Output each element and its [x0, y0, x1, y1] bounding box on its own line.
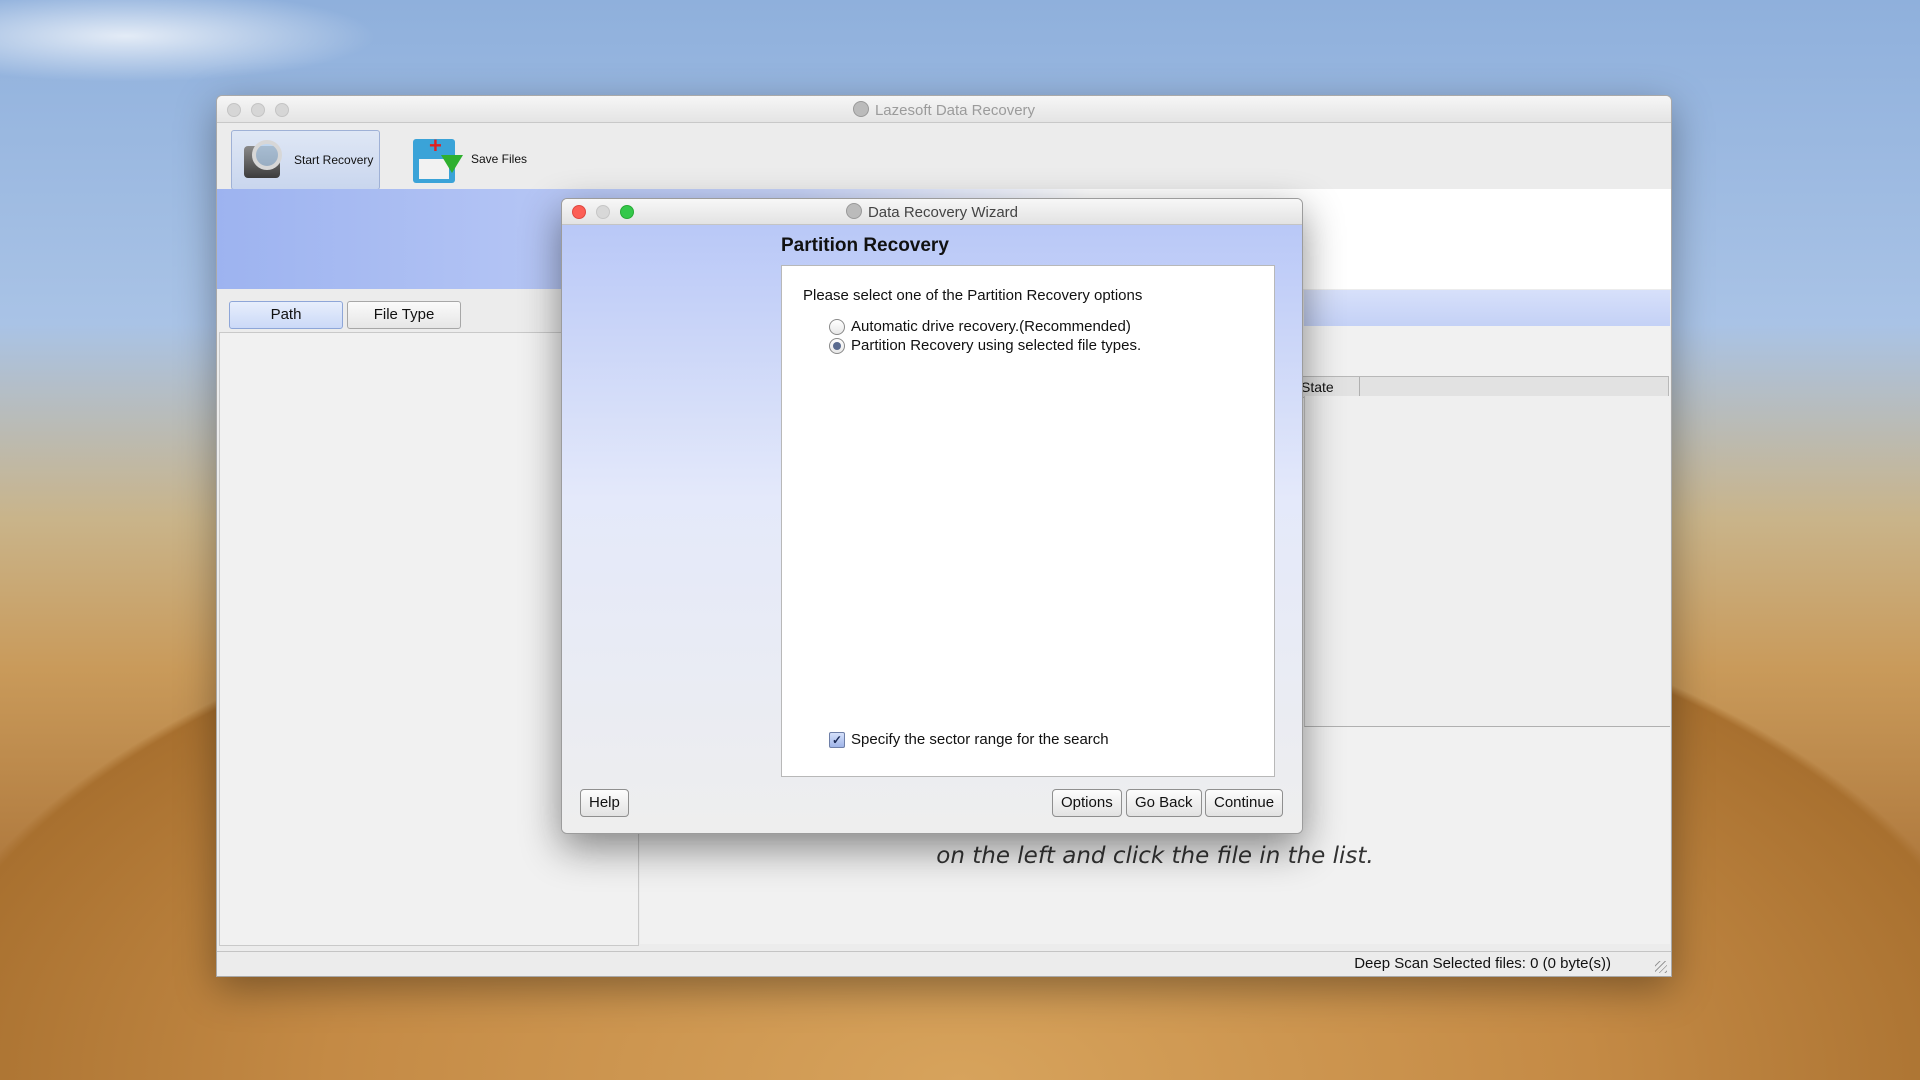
go-back-button[interactable]: Go Back	[1126, 789, 1202, 817]
help-button[interactable]: Help	[580, 789, 629, 817]
hint-line-2: on the left and click the file in the li…	[936, 843, 1374, 869]
dialog-titlebar[interactable]: Data Recovery Wizard	[562, 199, 1302, 225]
option-file-types-label: Partition Recovery using selected file t…	[851, 337, 1142, 354]
floppy-save-icon: +	[411, 133, 463, 185]
save-files-label: Save Files	[471, 152, 528, 166]
dialog-body: Partition Recovery Please select one of …	[562, 225, 1302, 833]
file-list-header: State	[1297, 376, 1669, 398]
data-recovery-wizard-dialog: Data Recovery Wizard Partition Recovery …	[561, 198, 1303, 834]
radio-partition-by-file-types[interactable]	[829, 337, 845, 354]
wizard-logo-icon	[845, 203, 862, 219]
start-recovery-label: Start Recovery	[294, 153, 374, 167]
main-titlebar[interactable]: Lazesoft Data Recovery	[217, 96, 1671, 123]
status-text: Deep Scan Selected files: 0 (0 byte(s))	[1354, 955, 1611, 972]
header-banner-right	[1304, 189, 1671, 289]
list-toolbar-stripe	[1304, 290, 1670, 326]
status-bar: Deep Scan Selected files: 0 (0 byte(s))	[217, 951, 1671, 976]
file-list[interactable]	[1304, 396, 1670, 727]
tab-path[interactable]: Path	[229, 301, 343, 329]
window-title: Lazesoft Data Recovery	[217, 101, 1671, 119]
option-automatic-label: Automatic drive recovery.(Recommended)	[851, 318, 1131, 335]
view-tabs: Path File Type	[229, 301, 461, 329]
dialog-title: Data Recovery Wizard	[562, 203, 1302, 221]
start-recovery-button[interactable]: Start Recovery	[231, 130, 381, 190]
column-header-state[interactable]: State	[1298, 377, 1360, 397]
sector-range-checkbox[interactable]: ✓	[829, 731, 845, 748]
save-files-button[interactable]: + Save Files	[405, 130, 533, 188]
options-button[interactable]: Options	[1052, 789, 1122, 817]
continue-button[interactable]: Continue	[1205, 789, 1284, 817]
option-automatic-recovery[interactable]: Automatic drive recovery.(Recommended)	[829, 318, 1131, 335]
sector-range-option[interactable]: ✓ Specify the sector range for the searc…	[829, 731, 1109, 748]
radio-automatic-recovery[interactable]	[829, 318, 845, 335]
app-logo-icon	[852, 101, 869, 117]
desktop-cloud	[0, 0, 420, 90]
option-partition-by-file-types[interactable]: Partition Recovery using selected file t…	[829, 337, 1141, 354]
options-prompt: Please select one of the Partition Recov…	[803, 287, 1143, 304]
tab-file-type[interactable]: File Type	[347, 301, 461, 329]
wizard-heading: Partition Recovery	[781, 235, 949, 256]
sector-range-label: Specify the sector range for the search	[851, 731, 1109, 748]
resize-grip-icon[interactable]	[1655, 961, 1667, 973]
toolbar: Start Recovery + Save Files	[217, 123, 1671, 190]
disk-search-icon	[238, 136, 286, 184]
options-panel: Please select one of the Partition Recov…	[781, 265, 1275, 777]
